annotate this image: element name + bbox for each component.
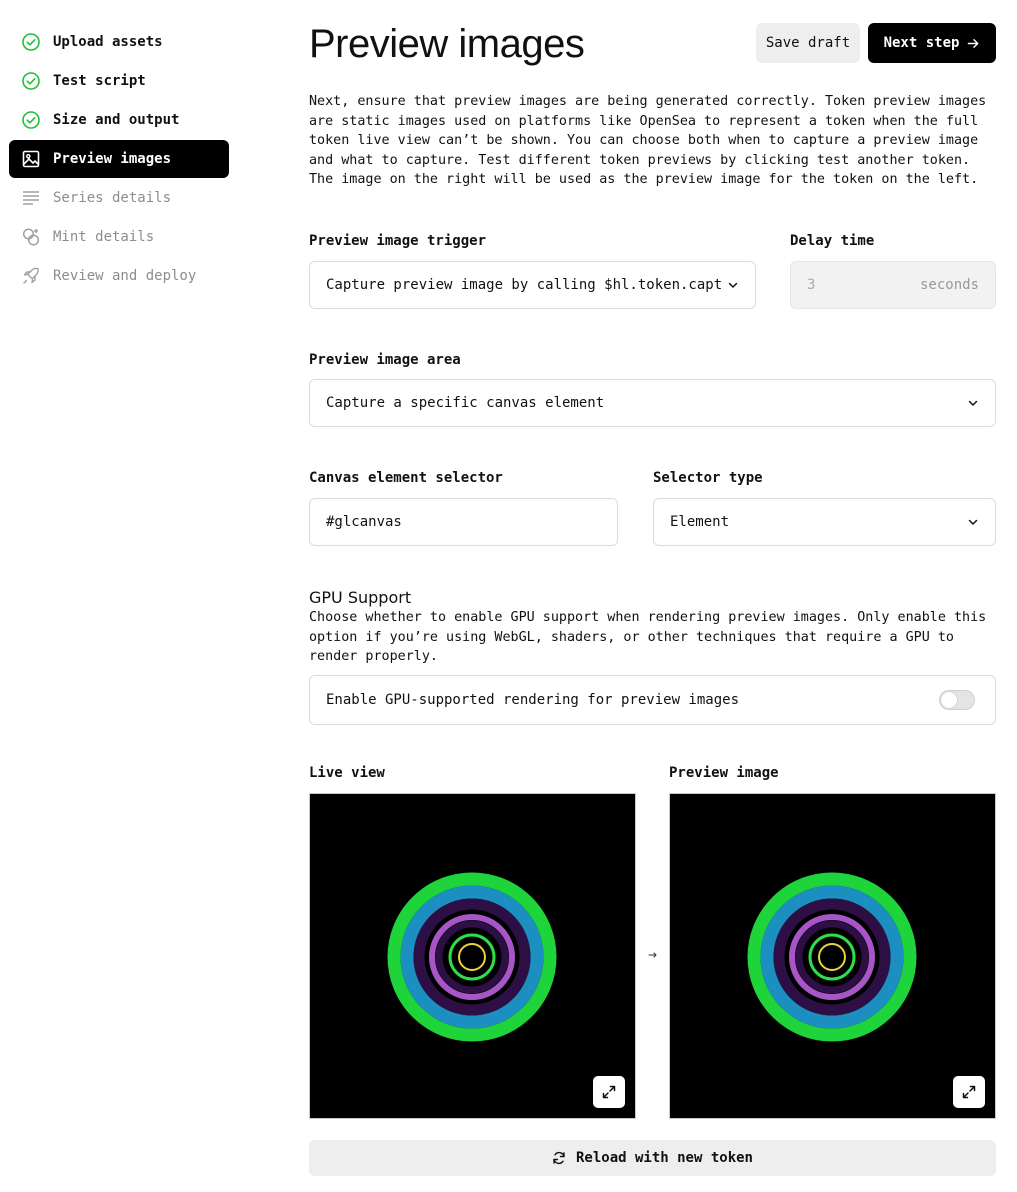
refresh-icon bbox=[553, 1151, 565, 1165]
sidebar-item-size-and-output[interactable]: Size and output bbox=[9, 101, 229, 139]
sidebar-item-label: Preview images bbox=[53, 151, 172, 167]
intro-text: Next, ensure that preview images are bei… bbox=[309, 94, 987, 187]
live-view-canvas bbox=[309, 793, 636, 1119]
chevron-down-icon bbox=[728, 282, 738, 288]
live-view-label: Live view bbox=[309, 765, 385, 781]
image-icon bbox=[21, 149, 41, 169]
sidebar-item-label: Mint details bbox=[53, 229, 155, 245]
selector-type-select[interactable]: Element bbox=[653, 498, 996, 546]
lines-icon bbox=[21, 188, 41, 208]
sidebar-item-test-script[interactable]: Test script bbox=[9, 62, 229, 100]
trigger-label: Preview image trigger bbox=[309, 233, 487, 249]
delay-input[interactable]: 3 seconds bbox=[790, 261, 996, 309]
gpu-toggle-row[interactable]: Enable GPU-supported rendering for previ… bbox=[309, 675, 996, 725]
sidebar: Upload assets Test script Size and outpu… bbox=[9, 23, 229, 296]
selector-type-value: Element bbox=[670, 514, 730, 530]
selector-input[interactable]: #glcanvas bbox=[309, 498, 618, 546]
area-select[interactable]: Capture a specific canvas element bbox=[309, 379, 996, 427]
preview-image-label: Preview image bbox=[669, 765, 779, 781]
chevron-down-icon bbox=[968, 519, 978, 525]
gpu-toggle[interactable] bbox=[939, 690, 975, 710]
sidebar-item-label: Size and output bbox=[53, 112, 180, 128]
next-step-label: Next step bbox=[883, 35, 960, 51]
area-label: Preview image area bbox=[309, 352, 461, 368]
arrow-right-icon bbox=[968, 38, 979, 48]
mint-icon bbox=[21, 227, 41, 247]
chevron-down-icon bbox=[968, 400, 978, 406]
sidebar-item-series-details[interactable]: Series details bbox=[9, 179, 229, 217]
area-value: Capture a specific canvas element bbox=[326, 395, 605, 411]
sidebar-item-label: Test script bbox=[53, 73, 146, 89]
preview-image-canvas bbox=[669, 793, 996, 1119]
next-step-button[interactable]: Next step bbox=[868, 23, 996, 63]
expand-preview-button[interactable] bbox=[953, 1076, 985, 1108]
delay-unit: seconds bbox=[919, 277, 979, 293]
delay-label: Delay time bbox=[790, 233, 875, 249]
trigger-value: Capture preview image by calling $hl.tok… bbox=[326, 277, 721, 293]
concentric-rings-art bbox=[747, 872, 917, 1042]
page-title: Preview images bbox=[309, 22, 585, 66]
sidebar-item-upload-assets[interactable]: Upload assets bbox=[9, 23, 229, 61]
selector-type-label: Selector type bbox=[653, 470, 763, 486]
reload-label: Reload with new token bbox=[575, 1150, 753, 1166]
selector-label: Canvas element selector bbox=[309, 470, 503, 486]
sidebar-item-mint-details[interactable]: Mint details bbox=[9, 218, 229, 256]
sidebar-item-preview-images[interactable]: Preview images bbox=[9, 140, 229, 178]
check-circle-icon bbox=[21, 32, 41, 52]
sidebar-item-label: Review and deploy bbox=[53, 268, 197, 284]
selector-value: #glcanvas bbox=[326, 514, 402, 530]
expand-live-view-button[interactable] bbox=[593, 1076, 625, 1108]
save-draft-button[interactable]: Save draft bbox=[756, 23, 860, 63]
rocket-icon bbox=[21, 266, 41, 286]
gpu-description: Choose whether to enable GPU support whe… bbox=[309, 610, 987, 664]
check-circle-icon bbox=[21, 71, 41, 91]
delay-value: 3 bbox=[807, 277, 816, 293]
sidebar-item-label: Series details bbox=[53, 190, 172, 206]
sidebar-item-review-and-deploy[interactable]: Review and deploy bbox=[9, 257, 229, 295]
concentric-rings-art bbox=[387, 872, 557, 1042]
gpu-toggle-label: Enable GPU-supported rendering for previ… bbox=[326, 692, 740, 708]
arrow-right-icon bbox=[648, 952, 657, 958]
trigger-select[interactable]: Capture preview image by calling $hl.tok… bbox=[309, 261, 756, 309]
expand-icon bbox=[602, 1085, 616, 1099]
toggle-knob bbox=[941, 692, 957, 708]
reload-token-button[interactable]: Reload with new token bbox=[309, 1140, 996, 1176]
check-circle-icon bbox=[21, 110, 41, 130]
sidebar-item-label: Upload assets bbox=[53, 34, 163, 50]
expand-icon bbox=[962, 1085, 976, 1099]
gpu-title: GPU Support bbox=[309, 588, 412, 607]
